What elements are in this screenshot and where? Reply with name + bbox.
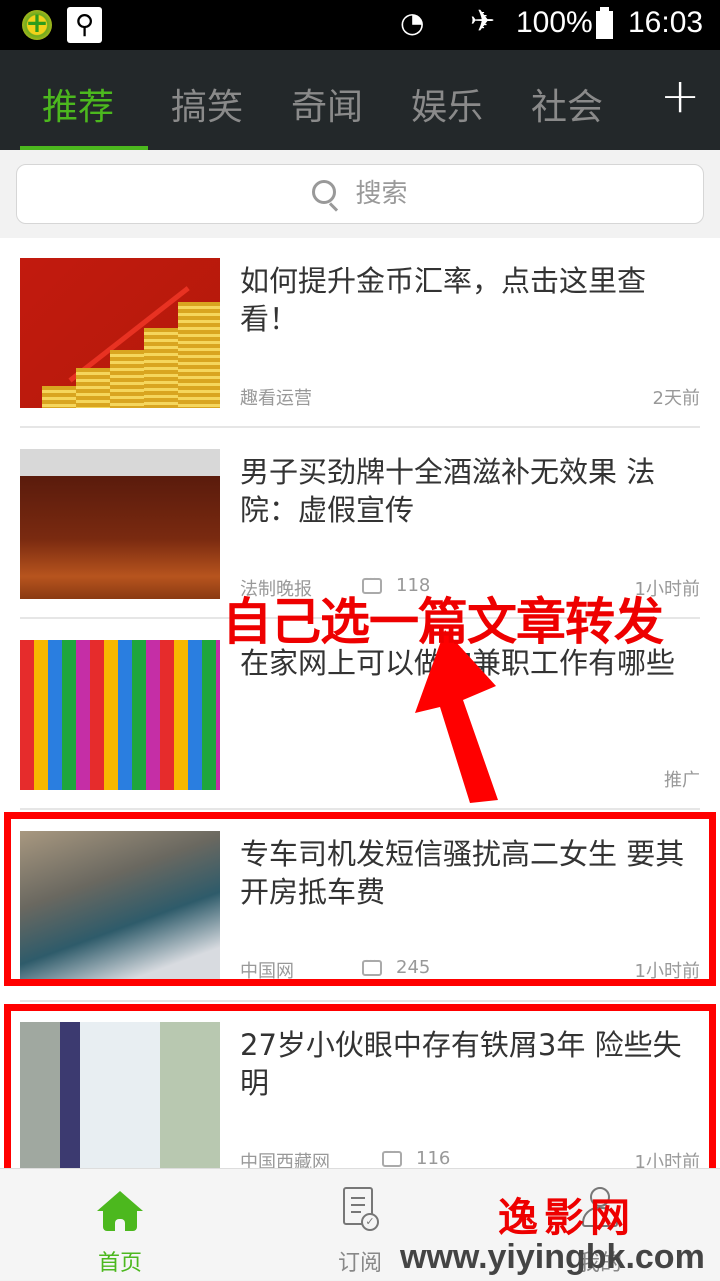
article-time: 1小时前 (634, 961, 700, 982)
search-area: 搜索 (0, 150, 720, 238)
wifi-icon: ◔ (400, 6, 425, 39)
comment-count: 245 (362, 954, 430, 978)
article-time: 2天前 (652, 388, 700, 409)
add-category-button[interactable]: + (660, 68, 700, 124)
battery-icon (596, 7, 613, 39)
tab-oddities[interactable]: 奇闻 (291, 78, 363, 130)
article-source: 中国网 (240, 961, 294, 982)
search-placeholder: 搜索 (355, 179, 408, 209)
search-icon (312, 180, 337, 204)
home-icon (97, 1191, 143, 1231)
category-tab-bar: 推荐 搞笑 奇闻 娱乐 社会 + (0, 50, 720, 150)
tab-society[interactable]: 社会 (531, 78, 603, 130)
article-item[interactable]: 27岁小伙眼中存有铁屑3年 险些失明 中国西藏网 116 1小时前 (0, 1002, 720, 1192)
comment-icon (382, 1145, 402, 1167)
tab-entertainment[interactable]: 娱乐 (411, 78, 483, 130)
subscription-icon: ✓ (343, 1187, 379, 1231)
watermark-name: 逸影网 (498, 1194, 636, 1241)
article-title: 男子买劲牌十全酒滋补无效果 法院：虚假宣传 (240, 455, 656, 527)
divider (20, 808, 700, 810)
divider (20, 426, 700, 428)
article-item[interactable]: 如何提升金币汇率，点击这里查看！ 趣看运营 2天前 (0, 238, 720, 428)
usb-icon: ⚲ (67, 7, 102, 43)
annotation-text: 自己选一篇文章转发 (222, 593, 664, 651)
comment-icon (362, 954, 382, 976)
battery-percent: 100% (516, 6, 593, 39)
article-item[interactable]: 专车司机发短信骚扰高二女生 要其开房抵车费 中国网 245 1小时前 (0, 811, 720, 1001)
tab-recommended[interactable]: 推荐 (42, 78, 114, 130)
article-thumbnail (20, 1022, 220, 1172)
360-security-icon (22, 6, 52, 40)
ad-label: 推广 (664, 770, 700, 791)
article-thumbnail (20, 640, 220, 790)
tab-funny[interactable]: 搞笑 (171, 78, 243, 130)
article-thumbnail (20, 831, 220, 981)
airplane-mode-icon: ✈ (470, 4, 496, 39)
article-thumbnail (20, 449, 220, 599)
clock: 16:03 (628, 6, 704, 39)
article-list: 如何提升金币汇率，点击这里查看！ 趣看运营 2天前 男子买劲牌十全酒滋补无效果 … (0, 238, 720, 1173)
article-title: 专车司机发短信骚扰高二女生 要其开房抵车费 (240, 837, 685, 909)
watermark-url: www.yiyingbk.com (400, 1238, 705, 1276)
comment-count: 116 (382, 1145, 450, 1169)
article-title: 如何提升金币汇率，点击这里查看！ (240, 264, 647, 336)
search-input[interactable]: 搜索 (16, 164, 704, 224)
article-source: 趣看运营 (240, 388, 312, 409)
status-bar: ⚲ ◔ ✈ 100% 16:03 (0, 0, 720, 50)
article-title: 27岁小伙眼中存有铁屑3年 险些失明 (240, 1028, 682, 1100)
bottom-tab-home[interactable]: 首页 (0, 1169, 240, 1281)
article-thumbnail (20, 258, 220, 408)
